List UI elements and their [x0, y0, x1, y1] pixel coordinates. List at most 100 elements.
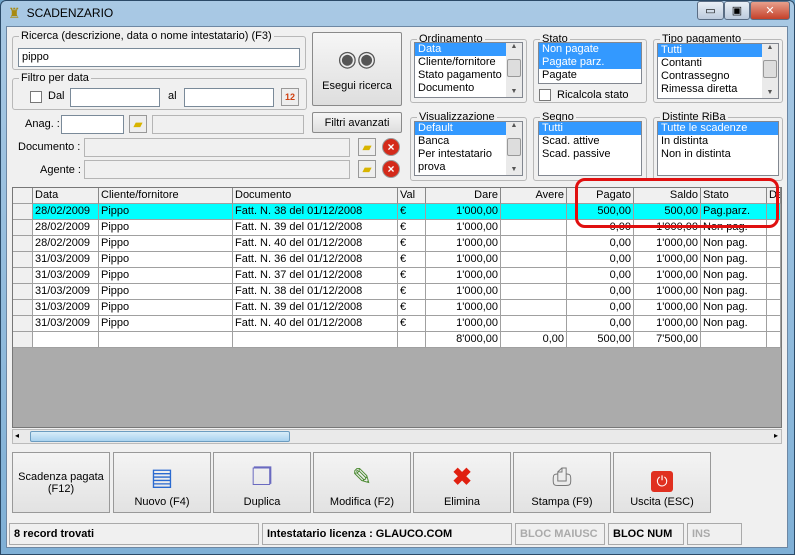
- scroll-up-icon[interactable]: ▲: [506, 43, 522, 50]
- maximize-button[interactable]: ▣: [724, 1, 750, 20]
- grid-cell: Fatt. N. 39 del 01/12/2008: [233, 220, 398, 236]
- grid-cell: 7'500,00: [634, 332, 701, 348]
- grid-cell: [701, 332, 767, 348]
- vertical-scrollbar[interactable]: ▲ ▼: [506, 43, 522, 97]
- vertical-scrollbar[interactable]: ▲ ▼: [762, 44, 778, 98]
- grid-cell: Pippo: [99, 204, 233, 220]
- row-selector[interactable]: [13, 236, 33, 252]
- grid-cell: [501, 284, 567, 300]
- list-item[interactable]: Tutti: [658, 44, 762, 57]
- scroll-left-icon[interactable]: ◂: [15, 431, 19, 440]
- table-row[interactable]: 31/03/2009 Pippo Fatt. N. 36 del 01/12/200…: [13, 252, 781, 268]
- list-item[interactable]: Pagate: [539, 69, 641, 82]
- close-button[interactable]: ✕: [750, 1, 790, 20]
- search-button[interactable]: ◉◉ Esegui ricerca: [312, 32, 402, 106]
- row-selector[interactable]: [13, 268, 33, 284]
- table-row[interactable]: 31/03/2009 Pippo Fatt. N. 38 del 01/12/200…: [13, 284, 781, 300]
- date-to-input[interactable]: [184, 88, 274, 107]
- ricalcola-checkbox[interactable]: [539, 89, 551, 101]
- row-selector[interactable]: [13, 300, 33, 316]
- column-header[interactable]: Data: [33, 188, 99, 204]
- duplica-button[interactable]: ❐ Duplica: [213, 452, 311, 513]
- distinte-list[interactable]: Tutte le scadenze In distinta Non in disti…: [657, 121, 779, 176]
- scroll-down-icon[interactable]: ▼: [762, 89, 778, 96]
- table-row[interactable]: 31/03/2009 Pippo Fatt. N. 39 del 01/12/200…: [13, 300, 781, 316]
- scroll-thumb[interactable]: [507, 138, 521, 156]
- column-header[interactable]: Val: [398, 188, 426, 204]
- list-item[interactable]: Banca: [415, 135, 506, 148]
- agente-folder-icon[interactable]: ▰: [358, 160, 376, 178]
- list-item[interactable]: Tutti: [539, 122, 641, 135]
- vertical-scrollbar[interactable]: ▲ ▼: [506, 122, 522, 175]
- documento-folder-icon[interactable]: ▰: [358, 138, 376, 156]
- list-item[interactable]: Tutte le scadenze: [658, 122, 778, 135]
- grid-cell: Fatt. N. 38 del 01/12/2008: [233, 204, 398, 220]
- folder-icon[interactable]: ▰: [129, 115, 147, 133]
- table-row[interactable]: 28/02/2009 Pippo Fatt. N. 40 del 01/12/200…: [13, 236, 781, 252]
- row-selector[interactable]: [13, 220, 33, 236]
- search-input[interactable]: pippo: [18, 48, 300, 67]
- stampa-button[interactable]: ⎙ Stampa (F9): [513, 452, 611, 513]
- stato-list[interactable]: Non pagate Pagate parz. Pagate: [538, 42, 642, 84]
- visualizzazione-list[interactable]: Default Banca Per intestatario prova ▲ ▼: [414, 121, 523, 176]
- table-row[interactable]: 31/03/2009 Pippo Fatt. N. 37 del 01/12/200…: [13, 268, 781, 284]
- list-item[interactable]: Pagate parz.: [539, 56, 641, 69]
- list-item[interactable]: Non in distinta: [658, 148, 778, 161]
- table-row[interactable]: 31/03/2009 Pippo Fatt. N. 40 del 01/12/200…: [13, 316, 781, 332]
- scroll-right-icon[interactable]: ▸: [774, 431, 778, 440]
- list-item[interactable]: Rimessa diretta: [658, 83, 762, 96]
- list-item[interactable]: Stato pagamento: [415, 69, 506, 82]
- scroll-down-icon[interactable]: ▼: [506, 166, 522, 173]
- list-item[interactable]: Scad. attive: [539, 135, 641, 148]
- uscita-button[interactable]: ⏻ Uscita (ESC): [613, 452, 711, 513]
- row-selector[interactable]: [13, 316, 33, 332]
- scroll-up-icon[interactable]: ▲: [506, 122, 522, 129]
- column-header[interactable]: Cliente/fornitore: [99, 188, 233, 204]
- elimina-button[interactable]: ✖ Elimina: [413, 452, 511, 513]
- horizontal-scrollbar[interactable]: ◂ ▸: [12, 429, 782, 444]
- scroll-up-icon[interactable]: ▲: [762, 44, 778, 51]
- row-selector[interactable]: [13, 284, 33, 300]
- date-filter-checkbox[interactable]: [30, 91, 42, 103]
- row-selector[interactable]: [13, 252, 33, 268]
- documento-clear-icon[interactable]: ×: [382, 138, 400, 156]
- search-button-label: Esegui ricerca: [322, 80, 392, 92]
- row-selector[interactable]: [13, 188, 33, 204]
- calendar-icon[interactable]: 12: [281, 88, 299, 106]
- list-item[interactable]: In distinta: [658, 135, 778, 148]
- list-item[interactable]: Contanti: [658, 57, 762, 70]
- grid-cell: 8'000,00: [426, 332, 501, 348]
- anag-input[interactable]: [61, 115, 124, 134]
- list-item[interactable]: Scad. passive: [539, 148, 641, 161]
- list-item[interactable]: prova: [415, 161, 506, 174]
- scroll-thumb[interactable]: [763, 60, 777, 78]
- list-item[interactable]: Cliente/fornitore: [415, 56, 506, 69]
- row-selector[interactable]: [13, 204, 33, 220]
- list-item[interactable]: Documento: [415, 82, 506, 95]
- scroll-thumb[interactable]: [30, 431, 290, 442]
- row-selector[interactable]: [13, 332, 33, 348]
- date-from-input[interactable]: [70, 88, 160, 107]
- list-item[interactable]: Default: [415, 122, 506, 135]
- list-item[interactable]: Data: [415, 43, 506, 56]
- scroll-thumb[interactable]: [507, 59, 521, 77]
- scadenza-pagata-button[interactable]: Scadenza pagata (F12): [12, 452, 110, 513]
- nuovo-button[interactable]: ▤ Nuovo (F4): [113, 452, 211, 513]
- list-item[interactable]: Contrassegno: [658, 70, 762, 83]
- minimize-button[interactable]: ▭: [697, 1, 724, 20]
- table-row[interactable]: 8'000,00 0,00 500,00 7'500,00: [13, 332, 781, 348]
- list-item[interactable]: Non pagate: [539, 43, 641, 56]
- list-item[interactable]: Per intestatario: [415, 148, 506, 161]
- column-header[interactable]: Avere: [501, 188, 567, 204]
- agente-clear-icon[interactable]: ×: [382, 160, 400, 178]
- ordinamento-list[interactable]: Data Cliente/fornitore Stato pagamento Docu…: [414, 42, 523, 98]
- tipo-pagamento-list[interactable]: Tutti Contanti Contrassegno Rimessa diretta…: [657, 43, 779, 99]
- grid-cell: [501, 236, 567, 252]
- scroll-down-icon[interactable]: ▼: [506, 88, 522, 95]
- advanced-filters-button[interactable]: Filtri avanzati: [312, 112, 402, 133]
- segno-list[interactable]: Tutti Scad. attive Scad. passive: [538, 121, 642, 176]
- grid-cell: 0,00: [567, 252, 634, 268]
- modifica-button[interactable]: ✎ Modifica (F2): [313, 452, 411, 513]
- column-header[interactable]: Dare: [426, 188, 501, 204]
- column-header[interactable]: Documento: [233, 188, 398, 204]
